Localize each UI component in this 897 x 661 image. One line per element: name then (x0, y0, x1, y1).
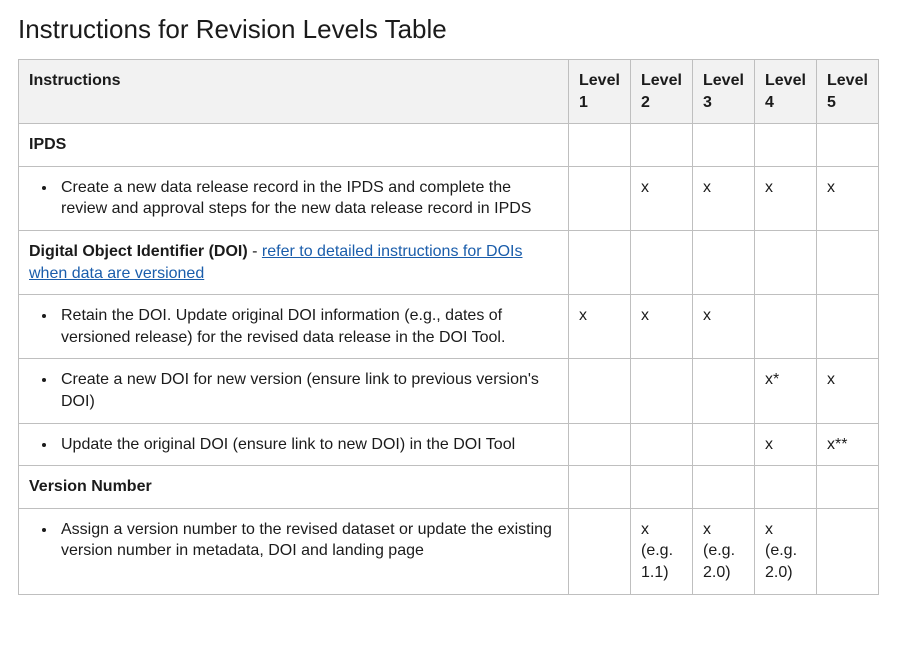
cell-empty (631, 466, 693, 509)
table-row: Retain the DOI. Update original DOI info… (19, 295, 879, 359)
instruction-text: Create a new DOI for new version (ensure… (57, 369, 558, 412)
cell-l2 (631, 423, 693, 466)
cell-empty (569, 466, 631, 509)
cell-l1 (569, 166, 631, 230)
cell-l3: x (693, 295, 755, 359)
cell-empty (693, 124, 755, 167)
instruction-cell: Update the original DOI (ensure link to … (19, 423, 569, 466)
instruction-cell: Create a new data release record in the … (19, 166, 569, 230)
instruction-text: Update the original DOI (ensure link to … (57, 434, 558, 456)
section-doi-header: Digital Object Identifier (DOI) - refer … (19, 230, 879, 294)
instruction-text: Create a new data release record in the … (57, 177, 558, 220)
col-instructions: Instructions (19, 60, 569, 124)
doi-dash: - (248, 243, 262, 260)
page-title: Instructions for Revision Levels Table (18, 14, 879, 45)
cell-l5: x (817, 166, 879, 230)
cell-l3: x (e.g. 2.0) (693, 508, 755, 594)
cell-l2: x (631, 295, 693, 359)
cell-l1 (569, 423, 631, 466)
cell-l5 (817, 508, 879, 594)
cell-empty (569, 230, 631, 294)
cell-l1: x (569, 295, 631, 359)
cell-empty (817, 230, 879, 294)
cell-empty (817, 466, 879, 509)
cell-empty (569, 124, 631, 167)
cell-l1 (569, 508, 631, 594)
cell-l2 (631, 359, 693, 423)
section-doi-label: Digital Object Identifier (DOI) - refer … (19, 230, 569, 294)
instruction-cell: Create a new DOI for new version (ensure… (19, 359, 569, 423)
table-row: Create a new DOI for new version (ensure… (19, 359, 879, 423)
table-header-row: Instructions Level 1 Level 2 Level 3 Lev… (19, 60, 879, 124)
section-ipds-header: IPDS (19, 124, 879, 167)
cell-l2: x (631, 166, 693, 230)
cell-empty (693, 230, 755, 294)
doi-label-prefix: Digital Object Identifier (DOI) (29, 243, 248, 260)
cell-l3: x (693, 166, 755, 230)
instruction-text: Assign a version number to the revised d… (57, 519, 558, 562)
table-row: Update the original DOI (ensure link to … (19, 423, 879, 466)
cell-l4: x (755, 423, 817, 466)
table-row: Create a new data release record in the … (19, 166, 879, 230)
cell-l5 (817, 295, 879, 359)
cell-empty (817, 124, 879, 167)
col-level-3: Level 3 (693, 60, 755, 124)
cell-empty (631, 124, 693, 167)
cell-empty (631, 230, 693, 294)
page-container: Instructions for Revision Levels Table I… (0, 0, 897, 595)
cell-empty (693, 466, 755, 509)
cell-empty (755, 230, 817, 294)
cell-l4: x (755, 166, 817, 230)
cell-l3 (693, 359, 755, 423)
instruction-text: Retain the DOI. Update original DOI info… (57, 305, 558, 348)
revision-levels-table: Instructions Level 1 Level 2 Level 3 Lev… (18, 59, 879, 595)
cell-l2: x (e.g. 1.1) (631, 508, 693, 594)
section-version-header: Version Number (19, 466, 879, 509)
cell-l5: x (817, 359, 879, 423)
instruction-cell: Retain the DOI. Update original DOI info… (19, 295, 569, 359)
cell-l1 (569, 359, 631, 423)
col-level-2: Level 2 (631, 60, 693, 124)
section-version-label: Version Number (19, 466, 569, 509)
section-ipds-label: IPDS (19, 124, 569, 167)
cell-l4 (755, 295, 817, 359)
cell-l4: x* (755, 359, 817, 423)
col-level-4: Level 4 (755, 60, 817, 124)
cell-l5: x** (817, 423, 879, 466)
instruction-cell: Assign a version number to the revised d… (19, 508, 569, 594)
cell-empty (755, 124, 817, 167)
cell-l4: x (e.g. 2.0) (755, 508, 817, 594)
table-row: Assign a version number to the revised d… (19, 508, 879, 594)
cell-l3 (693, 423, 755, 466)
cell-empty (755, 466, 817, 509)
col-level-5: Level 5 (817, 60, 879, 124)
col-level-1: Level 1 (569, 60, 631, 124)
